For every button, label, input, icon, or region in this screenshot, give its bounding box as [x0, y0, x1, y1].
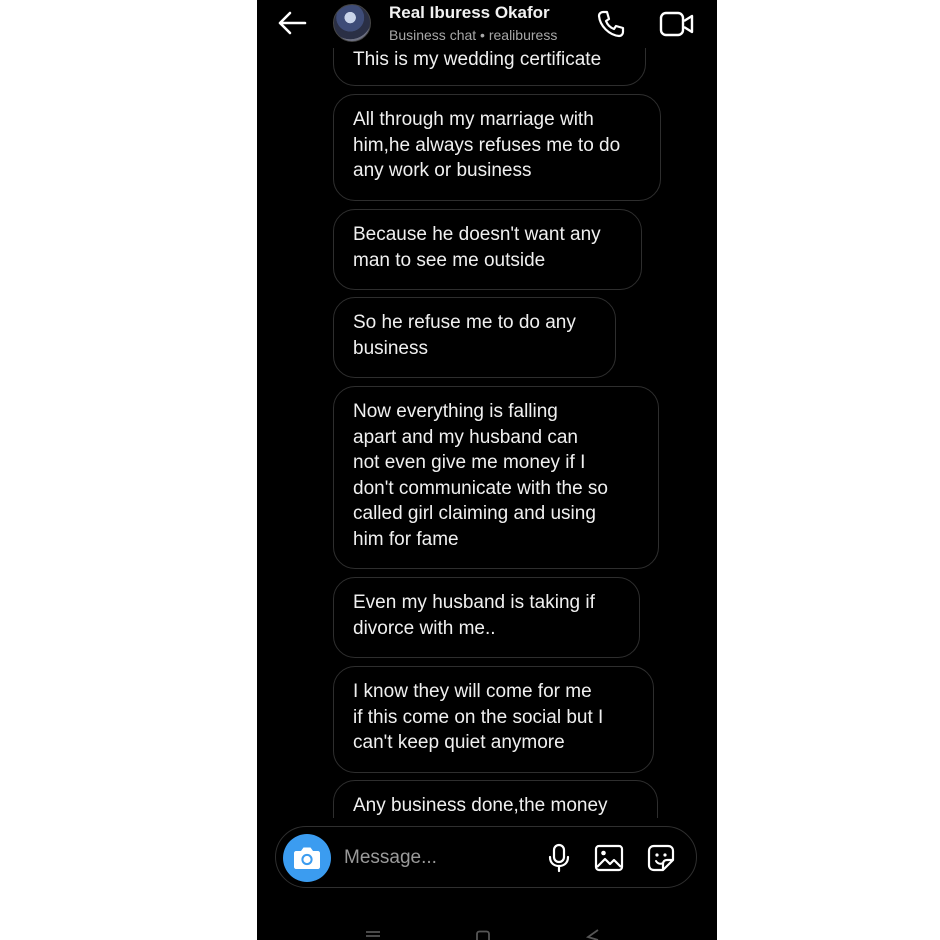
message-bubble[interactable]: So he refuse me to do any business [333, 297, 616, 378]
message-line: Now everything is falling [353, 401, 558, 422]
message-bubble[interactable]: Any business done,the money [333, 780, 658, 818]
message-composer [275, 826, 697, 888]
sticker-icon[interactable] [646, 843, 676, 873]
message-line: divorce with me.. [353, 617, 496, 639]
message-line: apart and my husband can [353, 426, 578, 448]
message-bubble[interactable]: Even my husband is taking if divorce wit… [333, 577, 640, 658]
system-nav-bar [257, 924, 717, 940]
recent-apps-icon[interactable] [365, 930, 381, 940]
camera-button[interactable] [283, 834, 331, 882]
back-arrow-icon[interactable] [275, 9, 309, 37]
message-line: called girl claiming and using [353, 503, 596, 525]
message-line: any work or business [353, 160, 532, 182]
message-line: Even my husband is taking if [353, 592, 595, 613]
message-line: All through my marriage with [353, 109, 594, 130]
message-bubble[interactable]: I know they will come for me if this com… [333, 666, 654, 773]
gallery-icon[interactable] [594, 843, 624, 873]
camera-icon [294, 847, 320, 869]
message-line: Because he doesn't want any [353, 224, 601, 245]
message-line: I know they will come for me [353, 681, 592, 702]
message-line: not even give me money if I [353, 452, 586, 474]
nav-back-icon[interactable] [585, 929, 601, 940]
chat-header: Real Iburess Okafor Business chat • real… [257, 0, 717, 48]
message-line: So he refuse me to do any [353, 312, 576, 333]
contact-subtitle: Business chat • realiburess [389, 27, 558, 43]
home-icon[interactable] [475, 930, 491, 940]
message-line: if this come on the social but I [353, 706, 604, 728]
contact-name[interactable]: Real Iburess Okafor [389, 3, 550, 23]
microphone-icon[interactable] [546, 843, 572, 873]
message-line: man to see me outside [353, 249, 546, 271]
message-line: him,he always refuses me to do [353, 134, 621, 156]
message-input[interactable] [342, 843, 536, 873]
message-line: Any business done,the money [353, 795, 608, 816]
message-line: This is my wedding certificate [353, 49, 602, 70]
message-line: him for fame [353, 528, 459, 550]
chat-screen: This is my wedding certificate All throu… [257, 0, 717, 940]
message-line: don't communicate with the so [353, 477, 608, 499]
message-list[interactable]: This is my wedding certificate All throu… [257, 0, 717, 818]
video-camera-icon[interactable] [659, 8, 695, 40]
avatar[interactable] [333, 4, 371, 42]
message-bubble[interactable]: All through my marriage with him,he alwa… [333, 94, 661, 201]
phone-icon[interactable] [595, 8, 627, 40]
message-bubble[interactable]: Because he doesn't want any man to see m… [333, 209, 642, 290]
message-bubble[interactable]: Now everything is falling apart and my h… [333, 386, 659, 569]
message-line: can't keep quiet anymore [353, 732, 565, 754]
message-line: business [353, 337, 428, 359]
